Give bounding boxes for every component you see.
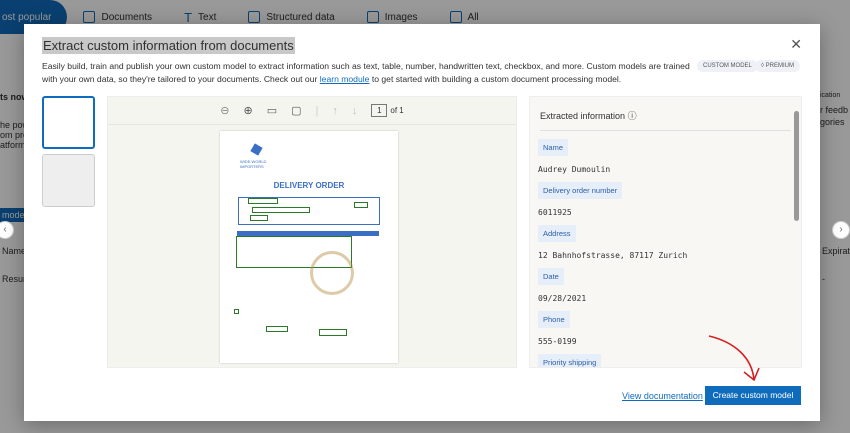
create-custom-model-button[interactable]: Create custom model: [705, 386, 801, 405]
premium-badge: ◊ PREMIUM: [755, 60, 800, 72]
field-delivery-order-number: Delivery order number 6011925: [530, 174, 801, 217]
extracted-title: Extracted information ⓘ: [540, 109, 791, 131]
field-label: Phone: [538, 311, 570, 328]
info-icon[interactable]: ⓘ: [628, 111, 637, 121]
viewer-toolbar: ⊖ ⊕ ▭ ▢ | ↑ ↓ 1 of 1: [108, 97, 516, 125]
scrollbar[interactable]: [794, 111, 799, 221]
field-value: 6011925: [538, 208, 572, 217]
fit-width-icon[interactable]: ▭: [267, 104, 277, 117]
view-documentation-link[interactable]: View documentation: [622, 391, 703, 401]
field-highlight: [248, 198, 278, 204]
extracted-title-text: Extracted information: [540, 111, 626, 121]
field-highlight: [252, 207, 310, 213]
next-page-icon[interactable]: ↓: [352, 105, 358, 117]
carousel-next-button[interactable]: ›: [832, 221, 850, 239]
custom-model-dialog: Extract custom information from document…: [24, 24, 820, 421]
red-arrow-annotation: [708, 335, 760, 382]
divider: |: [315, 104, 319, 117]
dialog-title: Extract custom information from document…: [42, 37, 295, 54]
field-highlight: [250, 215, 268, 221]
desc-text: to get started with building a custom do…: [369, 74, 622, 84]
zoom-in-icon[interactable]: ⊕: [243, 104, 252, 117]
zoom-out-icon[interactable]: ⊖: [220, 104, 229, 117]
badge-label: PREMIUM: [765, 63, 794, 69]
doc-heading: DELIVERY ORDER: [273, 181, 345, 190]
document-viewer: ⊖ ⊕ ▭ ▢ | ↑ ↓ 1 of 1 WIDE WORLD IMPORTERS…: [107, 96, 517, 368]
field-label: Name: [538, 139, 569, 156]
logo-icon: [250, 143, 263, 156]
extracted-info-panel: Extracted information ⓘ Name Audrey Dumou…: [529, 96, 802, 368]
dialog-description: Easily build, train and publish your own…: [42, 60, 692, 86]
page-total: of 1: [390, 106, 404, 115]
custom-model-badge: CUSTOM MODEL: [697, 60, 758, 72]
learn-module-link[interactable]: learn module: [320, 74, 370, 84]
page-thumbnail-1[interactable]: [42, 96, 95, 149]
field-name: Name Audrey Dumoulin: [530, 131, 801, 174]
field-label: Delivery order number: [538, 182, 623, 199]
field-label: Date: [538, 268, 564, 285]
field-highlight: [319, 329, 347, 336]
field-label: Address: [538, 225, 576, 242]
page-number-input[interactable]: 1: [371, 104, 388, 117]
field-label: Priority shipping: [538, 354, 602, 367]
page-thumbnail-2[interactable]: [42, 154, 95, 207]
fit-page-icon[interactable]: ▢: [291, 104, 301, 117]
field-address: Address 12 Bahnhofstrasse, 87117 Zurich: [530, 217, 801, 260]
field-value: Audrey Dumoulin: [538, 165, 611, 174]
doc-company: WIDE WORLD IMPORTERS: [240, 159, 267, 169]
field-highlight: [266, 326, 288, 332]
field-date: Date 09/28/2021: [530, 260, 801, 303]
field-value: 09/28/2021: [538, 294, 587, 303]
close-icon[interactable]: ✕: [790, 36, 802, 53]
coffee-stain: [310, 251, 354, 295]
field-highlight: [354, 202, 368, 208]
checkbox-highlight: [234, 309, 239, 314]
previous-page-icon[interactable]: ↑: [332, 105, 338, 117]
field-value: 12 Bahnhofstrasse, 87117 Zurich: [538, 251, 688, 260]
document-page: WIDE WORLD IMPORTERS DELIVERY ORDER: [220, 131, 398, 363]
